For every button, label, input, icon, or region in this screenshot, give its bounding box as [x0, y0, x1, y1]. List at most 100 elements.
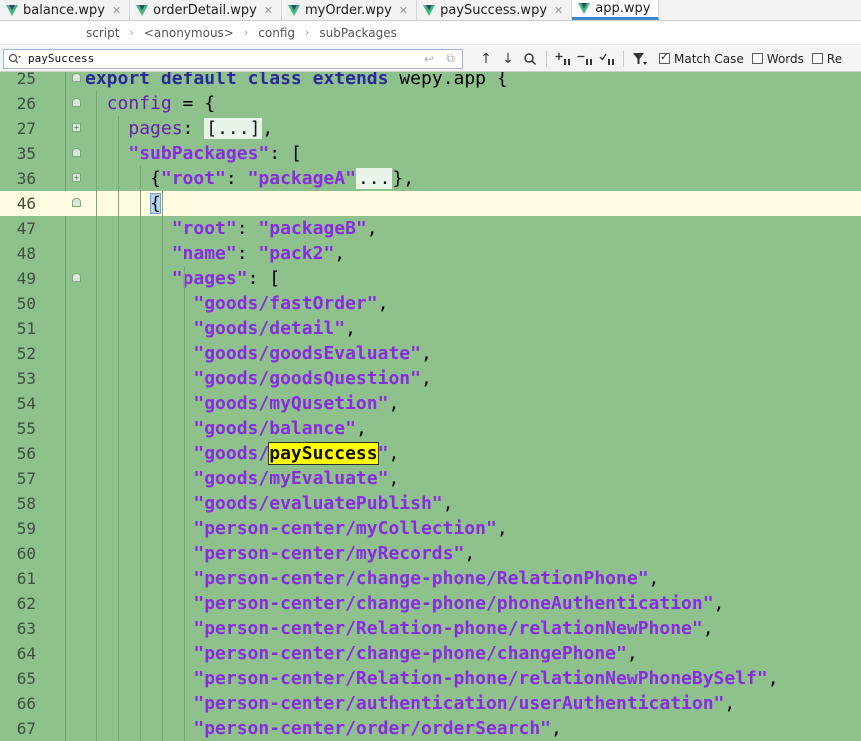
- code-line[interactable]: 50 "goods/fastOrder",: [0, 291, 861, 316]
- folded-region[interactable]: ...: [355, 168, 393, 189]
- collapse-fold-icon[interactable]: [72, 198, 81, 207]
- vue-file-icon: [288, 4, 301, 16]
- breadcrumb-item-anonymous[interactable]: <anonymous>: [144, 26, 234, 40]
- vue-file-icon: [423, 4, 436, 16]
- code-line[interactable]: 52 "goods/goodsEvaluate",: [0, 341, 861, 366]
- line-number: 52: [16, 344, 36, 363]
- line-number: 50: [16, 294, 36, 313]
- code-line[interactable]: 51 "goods/detail",: [0, 316, 861, 341]
- checkbox-box[interactable]: [751, 53, 763, 64]
- tab-label: app.wpy: [595, 1, 651, 16]
- collapse-fold-icon[interactable]: [72, 273, 81, 282]
- tab-paysuccess[interactable]: paySuccess.wpy ✕: [417, 0, 573, 20]
- breadcrumb-item-script[interactable]: script: [86, 26, 119, 40]
- code-text: "goods/myQusetion",: [193, 393, 400, 414]
- code-line[interactable]: 27 + pages: [...],: [0, 116, 861, 141]
- code-line[interactable]: 58 "goods/evaluatePublish",: [0, 491, 861, 516]
- breadcrumb-item-config[interactable]: config: [258, 26, 295, 40]
- line-number: 51: [16, 319, 36, 338]
- checkbox-box[interactable]: [811, 53, 823, 64]
- code-text: "person-center/order/orderSearch",: [193, 718, 562, 739]
- code-text: "goods/myEvaluate",: [193, 468, 400, 489]
- line-number: 67: [16, 719, 36, 738]
- close-icon[interactable]: ✕: [264, 4, 273, 17]
- expand-fold-icon[interactable]: +: [72, 123, 81, 132]
- select-all-occurrences-icon[interactable]: [596, 49, 618, 69]
- search-match: paySuccess: [268, 442, 379, 465]
- close-icon[interactable]: ✕: [112, 4, 121, 17]
- code-line[interactable]: 48 "name": "pack2",: [0, 241, 861, 266]
- tab-label: balance.wpy: [23, 2, 105, 18]
- remove-occurrence-icon[interactable]: [574, 49, 596, 69]
- editor-tab-bar: balance.wpy ✕ orderDetail.wpy ✕ myOrder.…: [0, 0, 861, 21]
- next-occurrence-icon[interactable]: ↓: [497, 49, 519, 69]
- new-line-icon[interactable]: ↩: [424, 52, 434, 66]
- search-input[interactable]: [28, 52, 408, 65]
- collapse-fold-icon[interactable]: [72, 148, 81, 157]
- code-line[interactable]: 63 "person-center/Relation-phone/relatio…: [0, 616, 861, 641]
- code-line[interactable]: 65 "person-center/Relation-phone/relatio…: [0, 666, 861, 691]
- checkbox-box[interactable]: [659, 50, 670, 64]
- vue-file-icon: [578, 3, 591, 14]
- code-line[interactable]: 66 "person-center/authentication/userAut…: [0, 691, 861, 716]
- code-line[interactable]: 47 "root": "packageB",: [0, 216, 861, 241]
- line-number: 64: [16, 644, 36, 663]
- regex-checkbox[interactable]: Re: [811, 52, 842, 66]
- code-editor[interactable]: 25 export default class extends wepy.app …: [0, 72, 861, 741]
- tab-balance[interactable]: balance.wpy ✕: [0, 0, 131, 20]
- search-icon[interactable]: [4, 53, 24, 65]
- code-text: "goods/goodsEvaluate",: [193, 343, 432, 364]
- code-text: "person-center/change-phone/phoneAuthent…: [193, 593, 725, 614]
- tab-myorder[interactable]: myOrder.wpy ✕: [282, 0, 418, 20]
- toolbar-divider: [546, 50, 547, 67]
- chevron-right-icon: ›: [243, 26, 249, 39]
- toolbar-divider: [623, 50, 624, 67]
- code-line[interactable]: 56 "goods/paySuccess",: [0, 441, 861, 466]
- code-line[interactable]: 57 "goods/myEvaluate",: [0, 466, 861, 491]
- code-line[interactable]: 53 "goods/goodsQuestion",: [0, 366, 861, 391]
- line-number: 47: [16, 219, 36, 238]
- line-number: 25: [16, 72, 36, 88]
- code-text: config = {: [106, 93, 216, 114]
- line-number: 26: [16, 94, 36, 113]
- match-case-checkbox[interactable]: Match Case: [659, 50, 744, 66]
- code-line[interactable]: 64 "person-center/change-phone/changePho…: [0, 641, 861, 666]
- clear-search-icon[interactable]: ⧉: [446, 51, 455, 66]
- code-line[interactable]: 62 "person-center/change-phone/phoneAuth…: [0, 591, 861, 616]
- code-line[interactable]: 49 "pages": [: [0, 266, 861, 291]
- close-icon[interactable]: ✕: [554, 4, 563, 17]
- collapse-fold-icon[interactable]: [72, 73, 81, 82]
- code-line[interactable]: 46 {: [0, 191, 861, 216]
- collapse-fold-icon[interactable]: [72, 98, 81, 107]
- filter-icon[interactable]: [629, 49, 651, 69]
- folded-region[interactable]: [...]: [204, 118, 263, 139]
- close-icon[interactable]: ✕: [399, 4, 408, 17]
- code-line[interactable]: 26 config = {: [0, 91, 861, 116]
- code-line[interactable]: 54 "goods/myQusetion",: [0, 391, 861, 416]
- code-line[interactable]: 25 export default class extends wepy.app …: [0, 72, 861, 91]
- tab-orderdetail[interactable]: orderDetail.wpy ✕: [130, 0, 283, 20]
- code-text: "goods/balance",: [193, 418, 367, 439]
- code-line[interactable]: 61 "person-center/change-phone/RelationP…: [0, 566, 861, 591]
- code-text: export default class extends wepy.app {: [85, 72, 508, 89]
- code-line[interactable]: 59 "person-center/myCollection",: [0, 516, 861, 541]
- add-occurrence-icon[interactable]: [552, 49, 574, 69]
- breadcrumb-item-subpackages[interactable]: subPackages: [319, 26, 396, 40]
- code-text: "person-center/myCollection",: [193, 518, 508, 539]
- code-text: "goods/detail",: [193, 318, 356, 339]
- code-line[interactable]: 36 + {"root": "packageA"...},: [0, 166, 861, 191]
- chevron-right-icon: ›: [129, 26, 134, 39]
- tab-app[interactable]: app.wpy: [572, 0, 660, 20]
- words-checkbox[interactable]: Words: [751, 52, 804, 66]
- find-all-icon[interactable]: [519, 49, 541, 69]
- expand-fold-icon[interactable]: +: [72, 173, 81, 182]
- previous-occurrence-icon[interactable]: ↑: [475, 49, 497, 69]
- line-number: 27: [16, 119, 36, 138]
- code-text: "person-center/Relation-phone/relationNe…: [193, 618, 714, 639]
- code-line[interactable]: 55 "goods/balance",: [0, 416, 861, 441]
- line-number: 35: [16, 144, 36, 163]
- code-line[interactable]: 67 "person-center/order/orderSearch",: [0, 716, 861, 741]
- code-line[interactable]: 60 "person-center/myRecords",: [0, 541, 861, 566]
- chevron-right-icon: ›: [305, 26, 310, 39]
- code-line[interactable]: 35 "subPackages": [: [0, 141, 861, 166]
